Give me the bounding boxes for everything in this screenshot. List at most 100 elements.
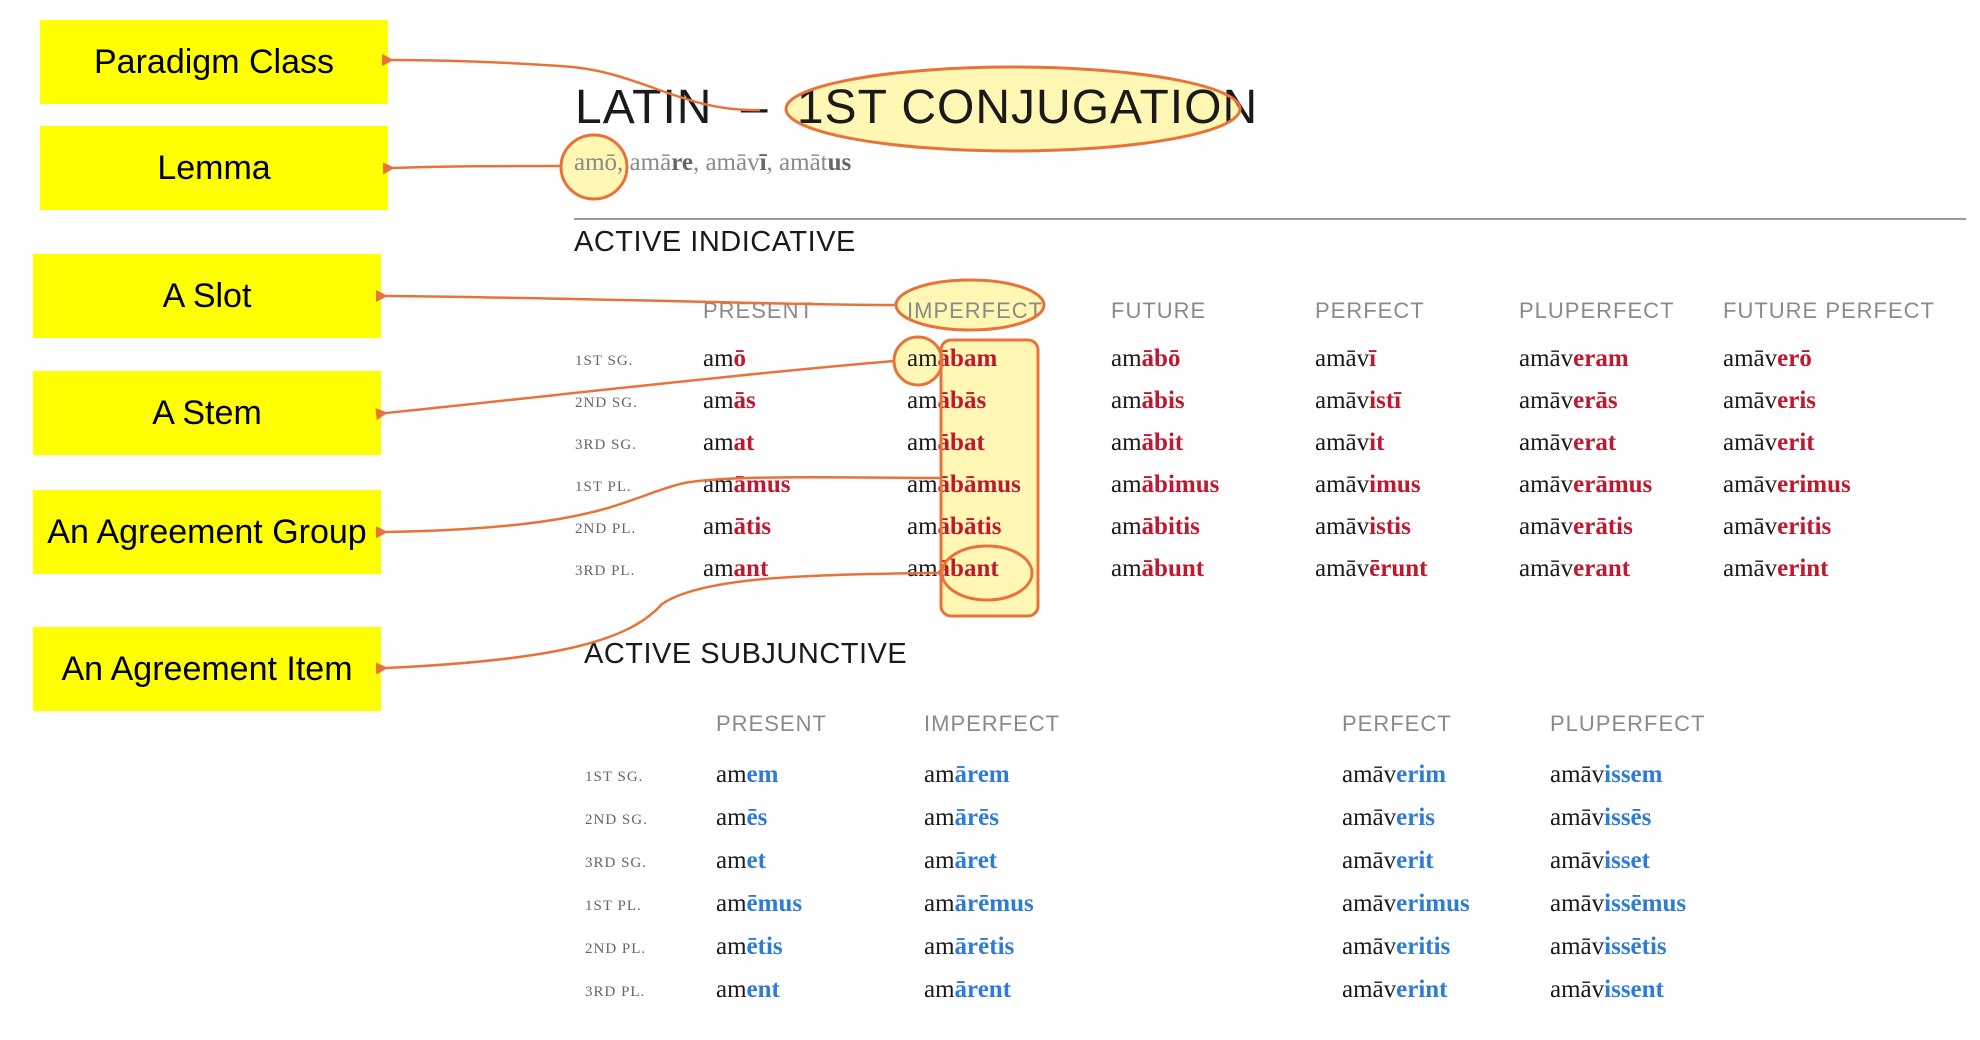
stem-text: amāv — [1342, 847, 1397, 874]
subjunctive-row-label: 1ST PL. — [585, 898, 642, 914]
stem-text: am — [907, 429, 938, 456]
arrow-stem — [375, 359, 895, 420]
indicative-form: amāverimus — [1723, 471, 1851, 499]
ending-text: ārent — [954, 976, 1012, 1003]
ending-text: erimus — [1396, 890, 1470, 917]
stem-text: am — [716, 804, 747, 831]
ending-text: ābunt — [1141, 555, 1205, 582]
stem-text: am — [1111, 513, 1142, 540]
indicative-form: amāvērunt — [1315, 555, 1427, 583]
indicative-form: amāveram — [1519, 345, 1629, 373]
ending-text: ārēs — [954, 804, 999, 831]
subjunctive-form: amāveris — [1342, 804, 1435, 832]
indicative-form: amābō — [1111, 345, 1180, 373]
stem-text: am — [716, 890, 747, 917]
stem-text: am — [703, 555, 734, 582]
ending-text: erim — [1396, 761, 1447, 788]
ending-text: erint — [1777, 555, 1829, 582]
subjunctive-form: amārētis — [924, 933, 1014, 961]
stem-text: amāv — [1342, 804, 1397, 831]
ending-text: et — [746, 847, 766, 874]
ending-text: issem — [1604, 761, 1663, 788]
stem-text: amāv — [1315, 345, 1370, 372]
stem-text: amāv — [1550, 976, 1605, 1003]
stem-text: amāv — [1519, 471, 1574, 498]
ending-text: ābāmus — [937, 471, 1021, 498]
stem-text: am — [703, 387, 734, 414]
subjunctive-form: amāvissem — [1550, 761, 1662, 789]
subjunctive-form: amāveritis — [1342, 933, 1450, 961]
indicative-form: amābitis — [1111, 513, 1200, 541]
principal-part-1: amō — [574, 149, 618, 176]
principal-part-2: amāre — [629, 149, 693, 176]
stem-text: am — [716, 847, 747, 874]
stem-text: am — [924, 890, 955, 917]
subjunctive-row-label: 3RD PL. — [585, 984, 646, 1000]
ending-text: issēmus — [1604, 890, 1687, 917]
indicative-form: amāverit — [1723, 429, 1815, 457]
indicative-form: amāveritis — [1723, 513, 1831, 541]
subjunctive-form: amētis — [716, 933, 783, 961]
indicative-form: amātis — [703, 513, 771, 541]
indicative-form: amāvistī — [1315, 387, 1401, 415]
subjunctive-form: amēs — [716, 804, 767, 832]
title-dash: – — [740, 81, 769, 134]
subjunctive-form: ament — [716, 976, 780, 1004]
label-stem: A Stem — [33, 371, 381, 455]
indicative-section-title: ACTIVE INDICATIVE — [574, 226, 856, 258]
subjunctive-column-header: PRESENT — [716, 711, 827, 736]
ending-text: istī — [1369, 387, 1402, 414]
subjunctive-form: amāvissent — [1550, 976, 1664, 1004]
ending-text: erimus — [1777, 471, 1851, 498]
indicative-form: amās — [703, 387, 756, 415]
stem-text: amāv — [1315, 513, 1370, 540]
indicative-form: amābat — [907, 429, 985, 457]
indicative-form: amābāmus — [907, 471, 1021, 499]
subjunctive-form: amēmus — [716, 890, 802, 918]
subjunctive-section-title: ACTIVE SUBJUNCTIVE — [584, 638, 908, 670]
ending-text: erint — [1396, 976, 1448, 1003]
indicative-form: amāverant — [1519, 555, 1630, 583]
stem-text: amāv — [1550, 804, 1605, 831]
stem-text: amāv — [1723, 555, 1778, 582]
label-agreement-item: An Agreement Item — [33, 627, 381, 711]
indicative-column-header: PLUPERFECT — [1519, 298, 1675, 323]
stem-text: am — [924, 847, 955, 874]
stem-text: amāv — [1519, 513, 1574, 540]
subjunctive-form: amāret — [924, 847, 997, 875]
stem-text: amāv — [1519, 555, 1574, 582]
subjunctive-form: amāverint — [1342, 976, 1448, 1004]
stem-text: amāv — [1519, 429, 1574, 456]
indicative-form: amāverāmus — [1519, 471, 1652, 499]
ending-text: erat — [1573, 429, 1617, 456]
ending-text: ābit — [1141, 429, 1184, 456]
ending-text: eris — [1777, 387, 1817, 414]
ending-text: ābam — [937, 345, 998, 372]
indicative-form: amāverat — [1519, 429, 1616, 457]
indicative-column-header: PERFECT — [1315, 298, 1425, 323]
stem-text: am — [716, 976, 747, 1003]
label-lemma: Lemma — [40, 126, 388, 210]
indicative-row-label: 2ND PL. — [575, 521, 637, 537]
stem-text: am — [716, 761, 747, 788]
stem-text: amāv — [1550, 890, 1605, 917]
arrow-slot — [375, 289, 897, 307]
indicative-form: amāverint — [1723, 555, 1829, 583]
stem-text: amāv — [1342, 933, 1397, 960]
subjunctive-form: amet — [716, 847, 766, 875]
indicative-form: amō — [703, 345, 746, 373]
subjunctive-form: amārēs — [924, 804, 999, 832]
indicative-form: amāverō — [1723, 345, 1812, 373]
ending-text: ārem — [954, 761, 1010, 788]
indicative-form: amāveris — [1723, 387, 1816, 415]
stem-text: amāv — [1723, 471, 1778, 498]
principal-part-3: amāvī — [705, 149, 767, 176]
ending-text: issēs — [1604, 804, 1652, 831]
subjunctive-row-label: 2ND PL. — [585, 941, 647, 957]
stem-text: amāv — [1342, 761, 1397, 788]
stem-text: am — [703, 429, 734, 456]
stem-text: am — [907, 555, 938, 582]
ending-text: isset — [1604, 847, 1650, 874]
label-slot: A Slot — [33, 254, 381, 338]
indicative-form: amāvit — [1315, 429, 1384, 457]
